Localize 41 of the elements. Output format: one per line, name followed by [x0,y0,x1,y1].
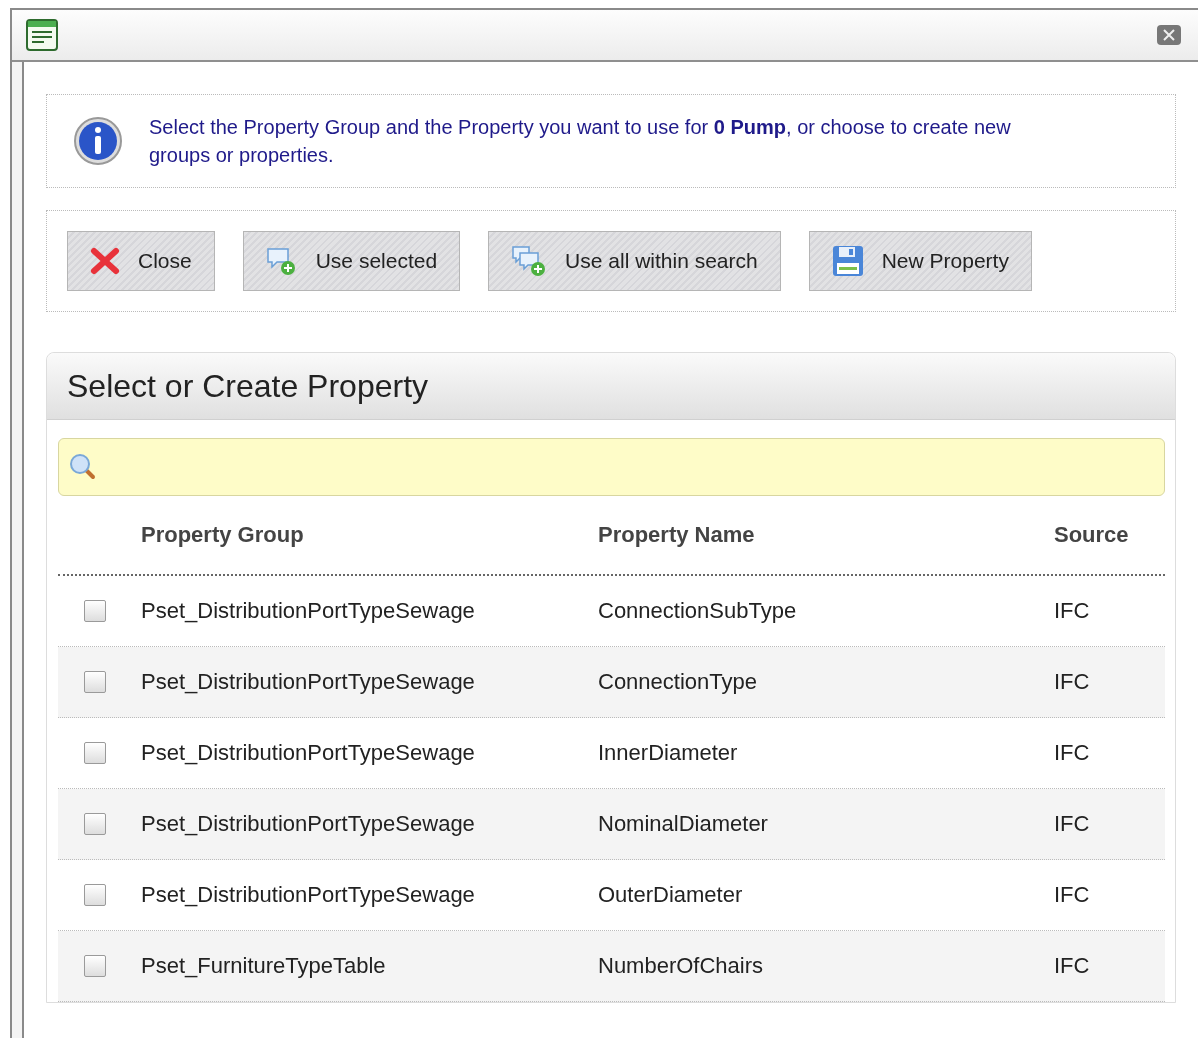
column-header[interactable]: Property Name [598,522,1054,548]
toolbar-button[interactable]: Use selected [242,231,461,291]
table-cell-text: IFC [1054,740,1091,766]
table-cell-text: IFC [1054,598,1091,624]
table-cell-text: InnerDiameter [598,740,739,766]
table-cell-text: Pset_DistributionPortTypeSewage [141,882,476,908]
close-icon[interactable] [1156,24,1182,46]
cross-icon [90,247,120,275]
checkbox[interactable] [84,742,106,764]
window-icon [26,19,58,51]
checkbox[interactable] [84,813,106,835]
table-cell-text: Pset_DistributionPortTypeSewage [141,811,476,837]
checkbox[interactable] [84,884,106,906]
checkbox[interactable] [84,671,106,693]
table-cell-text: Pset_DistributionPortTypeSewage [141,669,476,695]
table-cell-text: ConnectionSubType [598,598,798,624]
column-header[interactable]: Property Group [141,522,598,548]
search-icon [69,453,97,481]
table-cell-text: IFC [1054,669,1091,695]
toolbar-button[interactable]: Use all within search [488,231,781,291]
table-cell-text: NominalDiameter [598,811,769,837]
checkbox[interactable] [84,600,106,622]
table-cell-text: IFC [1054,882,1091,908]
search-field[interactable] [58,438,1165,496]
table-cell-text: OuterDiameter [598,882,744,908]
info-message: Select the Property Group and the Property you want to use for 0 Pump, or choose to create new groups or properties. [149,115,1012,168]
speech-bubble-plus-icon [265,246,298,276]
toolbar-button[interactable]: Close [67,231,215,291]
table-cell-text: Pset_DistributionPortTypeSewage [141,740,476,766]
panel-title: Select or Create Property [67,367,429,405]
toolbar-button[interactable]: New Property [808,231,1032,291]
checkbox[interactable] [84,955,106,977]
speech-bubbles-plus-icon [511,245,548,277]
table-cell-text: Pset_DistributionPortTypeSewage [141,598,476,624]
table-cell-text: IFC [1054,811,1091,837]
table-cell-text: Pset_FurnitureTypeTable [141,953,387,979]
info-icon [73,116,123,166]
table-cell-text: IFC [1054,953,1091,979]
table-cell-text: ConnectionType [598,669,758,695]
column-header[interactable]: Source [1054,522,1165,548]
table-cell-text: NumberOfChairs [598,953,765,979]
